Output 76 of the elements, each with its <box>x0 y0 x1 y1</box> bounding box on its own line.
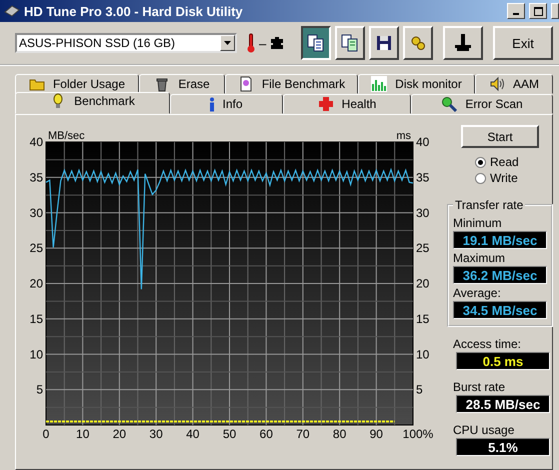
tick-label: 25 <box>30 241 43 256</box>
tick-label: 10 <box>416 347 430 362</box>
tab[interactable]: Erase <box>139 74 225 94</box>
tick-label: 60 <box>260 427 273 441</box>
tick-label: 0 <box>42 427 50 441</box>
tick-label: 40 <box>186 427 200 441</box>
bar-chart-icon <box>371 76 388 92</box>
thermometer-icon <box>247 33 255 53</box>
puzzle-icon <box>270 36 284 50</box>
tick-label: 20 <box>416 276 430 290</box>
tick-label: 25 <box>416 241 430 256</box>
tab[interactable]: Info <box>170 94 283 114</box>
tick-label: 30 <box>416 206 430 220</box>
tick-label: 15 <box>416 312 430 326</box>
stat-label: Maximum <box>453 251 506 265</box>
window-title: HD Tune Pro 3.00 - Hard Disk Utility <box>24 4 244 18</box>
tick-label: 35 <box>416 170 430 184</box>
stat-readout: 36.2 MB/sec <box>453 266 547 284</box>
cross-icon <box>318 96 334 112</box>
maximize-icon <box>534 6 542 16</box>
documents-icon <box>340 33 360 53</box>
stat-readout: 19.1 MB/sec <box>453 231 547 249</box>
toolbar-button[interactable] <box>301 26 331 60</box>
temperature-reading: – <box>259 36 266 50</box>
speaker-icon <box>488 76 505 92</box>
tick-label: 5 <box>416 382 423 397</box>
tick-label: 5 <box>36 382 43 397</box>
stat-label: Minimum <box>453 216 502 230</box>
drive-dropdown[interactable]: ASUS-PHISON SSD (16 GB) <box>15 33 237 53</box>
group-title: Transfer rate <box>454 198 524 212</box>
stat-readout: 5.1% <box>456 438 550 456</box>
tab[interactable]: Folder Usage <box>15 74 139 94</box>
trash-icon <box>154 76 170 92</box>
tick-label: 50 <box>222 427 236 441</box>
tick-label: 80 <box>332 427 346 441</box>
info-icon <box>210 96 214 112</box>
tick-label: 40 <box>416 135 430 149</box>
stat-readout: 28.5 MB/sec <box>456 395 550 413</box>
stat-label: Average: <box>453 286 501 300</box>
maximize-button[interactable] <box>529 3 547 19</box>
tick-label: 100% <box>402 427 434 441</box>
caret-icon <box>224 41 231 45</box>
exit-button[interactable]: Exit <box>493 26 553 60</box>
file-icon <box>238 76 254 92</box>
tick-label: 35 <box>30 170 43 184</box>
minimize-button[interactable] <box>507 3 525 19</box>
radio-option[interactable]: Write <box>475 170 533 186</box>
stat-readout: 0.5 ms <box>456 352 550 370</box>
anvil-icon <box>453 33 473 53</box>
start-button[interactable]: Start <box>461 125 539 148</box>
tab[interactable]: Disk monitor <box>358 74 475 94</box>
axis-label: ms <box>396 130 411 142</box>
tick-label: 90 <box>370 427 383 441</box>
stat-label: CPU usage <box>453 423 514 437</box>
tick-label: 70 <box>296 427 310 441</box>
stat-readout: 34.5 MB/sec <box>453 301 547 319</box>
tab[interactable]: File Benchmark <box>225 74 358 94</box>
tab[interactable]: AAM <box>475 74 553 94</box>
tab[interactable]: Error Scan <box>411 94 553 114</box>
tick-label: 30 <box>149 427 163 441</box>
radio-option[interactable]: Read <box>475 154 533 170</box>
tick-label: 10 <box>76 427 90 441</box>
close-button[interactable] <box>551 3 559 19</box>
tick-label: 20 <box>112 427 126 441</box>
tick-label: 15 <box>30 312 43 326</box>
tick-label: 40 <box>30 135 43 149</box>
stat-label: Access time: <box>453 337 522 351</box>
tab[interactable]: Health <box>283 94 411 114</box>
tick-label: 30 <box>30 206 43 220</box>
tab[interactable]: Benchmark <box>15 92 170 114</box>
tick-label: 10 <box>30 347 43 362</box>
tick-label: 20 <box>30 276 43 290</box>
magnifier-icon <box>441 96 458 112</box>
stat-label: Burst rate <box>453 380 506 394</box>
axis-label: MB/sec <box>48 130 85 142</box>
copy-icon <box>306 33 326 53</box>
